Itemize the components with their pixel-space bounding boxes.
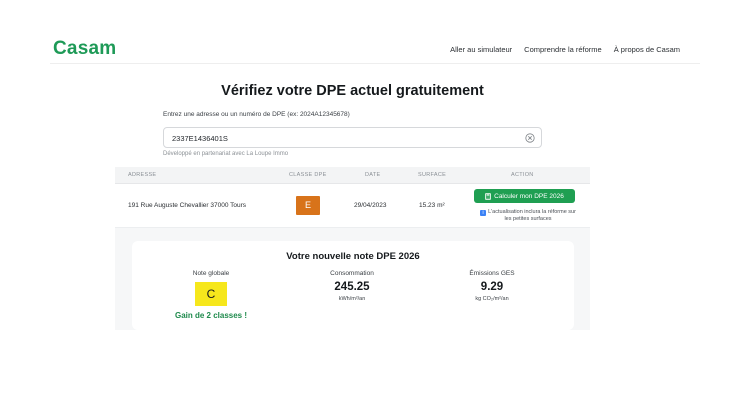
ges-unit: kg CO₂/m²/an [475, 296, 509, 302]
row-address: 191 Rue Auguste Chevallier 37000 Tours [128, 202, 247, 209]
page-title: Vérifiez votre DPE actuel gratuitement [221, 83, 484, 99]
table-row: 191 Rue Auguste Chevallier 37000 Tours E… [115, 184, 590, 228]
search-box [163, 127, 542, 148]
nav-link-reform[interactable]: Comprendre la réforme [524, 45, 602, 54]
new-dpe-card: Votre nouvelle note DPE 2026 Note global… [132, 241, 574, 330]
ges-label: Émissions GES [469, 270, 515, 277]
col-header-address: ADRESSE [128, 172, 157, 178]
consumption-unit: kWh/m²/an [338, 296, 366, 302]
nav-link-about[interactable]: À propos de Casam [614, 45, 680, 54]
global-note-label: Note globale [192, 270, 230, 277]
results-panel: ADRESSE CLASSE DPE DATE SURFACE ACTION 1… [115, 167, 590, 330]
col-header-surface: SURFACE [418, 172, 447, 178]
dpe-class-badge: E [296, 196, 320, 215]
col-header-action: ACTION [511, 172, 534, 178]
update-note: i L'actualisation inclura la réforme sur … [479, 209, 577, 223]
dpe-search-input[interactable] [172, 132, 512, 144]
header-divider [50, 63, 700, 64]
partner-note: Développé en partenariat avec La Loupe I… [163, 151, 289, 157]
new-dpe-title: Votre nouvelle note DPE 2026 [286, 251, 420, 262]
class-gain-text: Gain de 2 classes ! [174, 311, 248, 320]
clear-icon[interactable] [525, 133, 535, 143]
row-surface: 15.23 m² [419, 202, 445, 209]
new-dpe-class-badge: C [195, 282, 227, 306]
consumption-value: 245.25 [334, 281, 370, 293]
consumption-label: Consommation [330, 270, 374, 277]
col-header-class: CLASSE DPE [289, 172, 327, 178]
main-nav: Aller au simulateur Comprendre la réform… [450, 45, 680, 54]
casam-logo[interactable]: Casam [53, 38, 116, 60]
calculate-dpe-label: Calculer mon DPE 2026 [494, 192, 564, 200]
search-hint: Entrez une adresse ou un numéro de DPE (… [163, 111, 350, 118]
nav-link-simulator[interactable]: Aller au simulateur [450, 45, 512, 54]
update-note-text: L'actualisation inclura la réforme sur l… [488, 209, 576, 223]
row-date: 29/04/2023 [354, 202, 387, 209]
col-header-date: DATE [365, 172, 381, 178]
calculator-icon [485, 192, 492, 200]
ges-value: 9.29 [480, 281, 504, 293]
site-header: Casam Aller au simulateur Comprendre la … [0, 0, 750, 64]
table-header: ADRESSE CLASSE DPE DATE SURFACE ACTION [115, 167, 590, 184]
calculate-dpe-button[interactable]: Calculer mon DPE 2026 [474, 189, 575, 203]
info-icon: i [480, 209, 487, 216]
